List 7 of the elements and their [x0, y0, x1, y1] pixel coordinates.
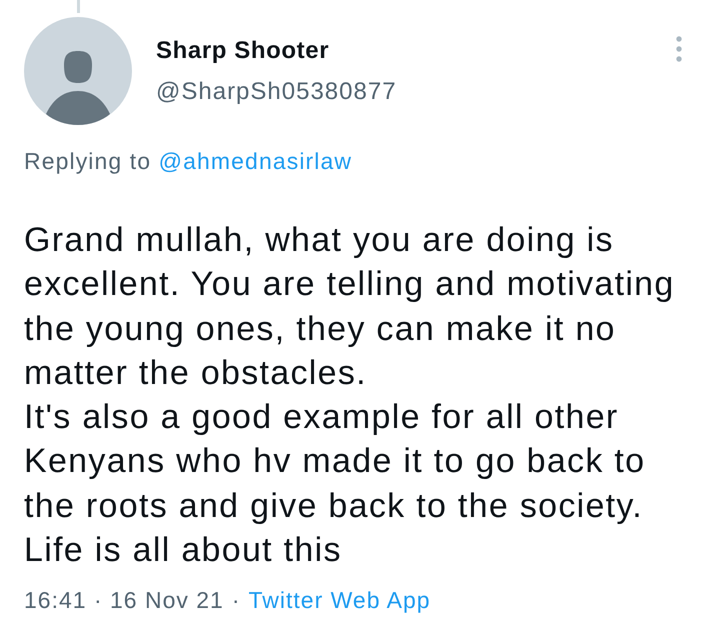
author-handle[interactable]: @SharpSh05380877: [156, 78, 676, 106]
timestamp-link[interactable]: 16:41 · 16 Nov 21: [24, 586, 224, 614]
replying-to-text: Replying to @ahmednasirlaw: [24, 147, 354, 175]
author-name[interactable]: Sharp Shooter: [156, 37, 676, 65]
default-avatar-icon[interactable]: [24, 17, 132, 125]
separator-dot: ·: [232, 586, 241, 614]
tweet-text: Grand mullah, what you are doing is excellent. You are telling and motivating the young ones, they can make it no matter the obstacles. It's also a good example for all other Kenyans who hv made it to go back to the roots and give back to the society. Life is all about this: [24, 220, 676, 572]
